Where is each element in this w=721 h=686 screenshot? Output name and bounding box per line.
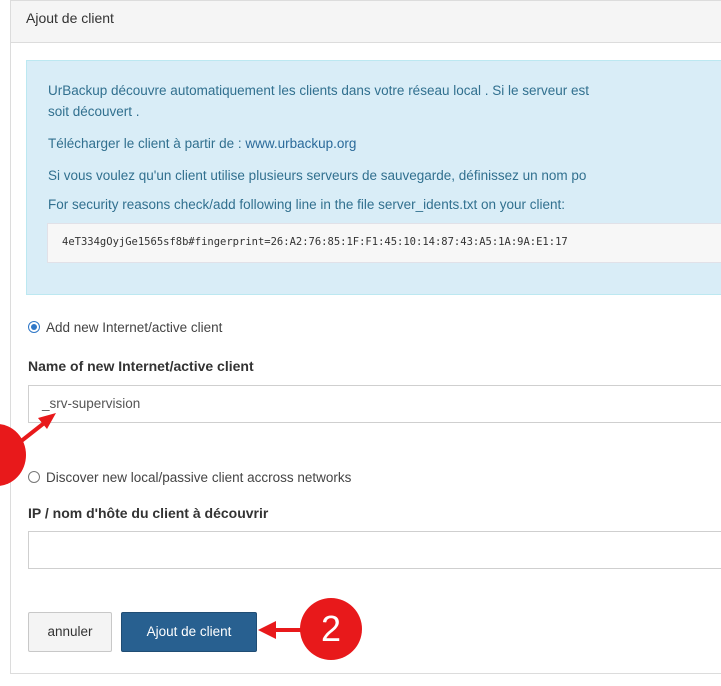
arrow-1 <box>18 413 56 444</box>
annotation-arrows <box>18 413 306 639</box>
annotation-marker-2: 2 <box>300 598 362 660</box>
arrow-2 <box>258 621 306 639</box>
